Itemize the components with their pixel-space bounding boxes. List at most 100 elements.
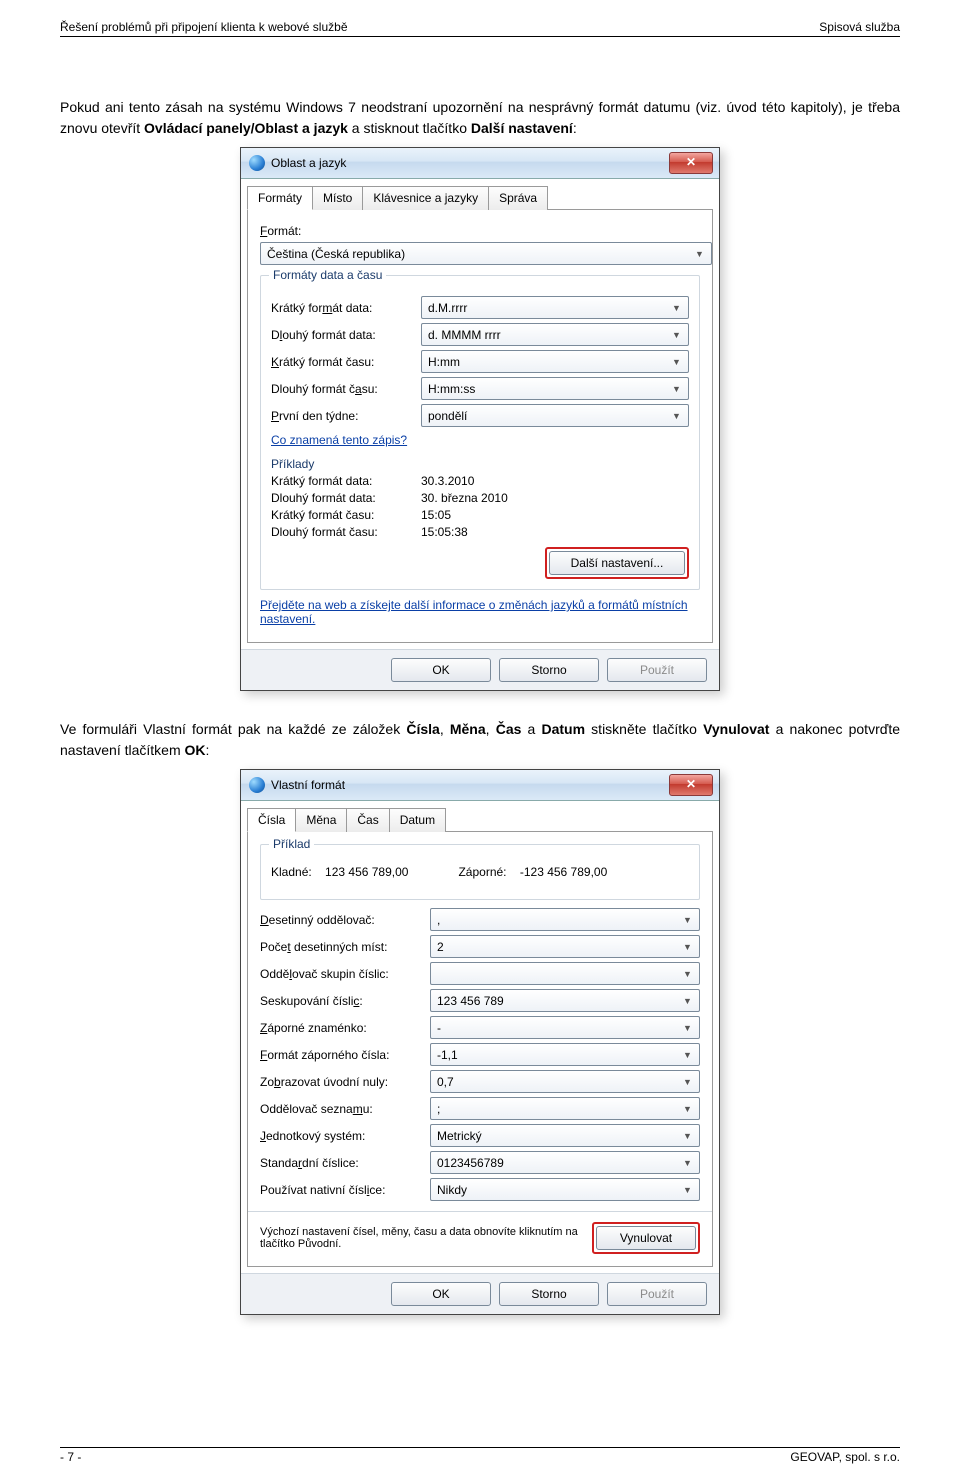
highlight-more-settings: Další nastavení... bbox=[545, 547, 689, 579]
tab-admin[interactable]: Správa bbox=[488, 186, 548, 210]
dialog-title: Oblast a jazyk bbox=[271, 156, 346, 170]
label-list-sep: Oddělovač seznamu: bbox=[260, 1102, 430, 1116]
chevron-down-icon: ▼ bbox=[680, 1182, 695, 1197]
titlebar[interactable]: Oblast a jazyk ✕ bbox=[241, 148, 719, 179]
combo-digit-grouping-value: 123 456 789 bbox=[437, 994, 504, 1008]
combo-long-time[interactable]: H:mm:ss▼ bbox=[421, 377, 689, 400]
combo-native-digits[interactable]: Nikdy▼ bbox=[430, 1178, 700, 1201]
chevron-down-icon: ▼ bbox=[669, 327, 684, 342]
chevron-down-icon: ▼ bbox=[680, 1128, 695, 1143]
chevron-down-icon: ▼ bbox=[669, 408, 684, 423]
paragraph-2: Ve formuláři Vlastní formát pak na každé… bbox=[60, 719, 900, 761]
link-web-info[interactable]: Přejděte na web a získejte další informa… bbox=[260, 598, 688, 626]
combo-neg-format-value: -1,1 bbox=[437, 1048, 458, 1062]
page-number: - 7 - bbox=[60, 1450, 81, 1464]
combo-digit-grouping[interactable]: 123 456 789▼ bbox=[430, 989, 700, 1012]
label-long-time: Dlouhý formát času: bbox=[271, 382, 421, 396]
p1-b1: Ovládací panely/Oblast a jazyk bbox=[144, 120, 348, 136]
ok-button[interactable]: OK bbox=[391, 658, 491, 682]
chevron-down-icon: ▼ bbox=[680, 1074, 695, 1089]
p2-b6: OK bbox=[185, 742, 206, 758]
label-neg-format: Formát záporného čísla: bbox=[260, 1048, 430, 1062]
combo-list-sep-value: ; bbox=[437, 1102, 440, 1116]
apply-button[interactable]: Použít bbox=[607, 658, 707, 682]
p1-post: : bbox=[573, 120, 577, 136]
chevron-down-icon: ▼ bbox=[692, 246, 707, 261]
tab-strip: Čísla Měna Čas Datum bbox=[241, 801, 719, 831]
combo-short-time[interactable]: H:mm▼ bbox=[421, 350, 689, 373]
titlebar[interactable]: Vlastní formát ✕ bbox=[241, 770, 719, 801]
ex-long-date-l: Dlouhý formát data: bbox=[271, 491, 421, 505]
close-button[interactable]: ✕ bbox=[669, 152, 713, 174]
p2-b4: Datum bbox=[541, 721, 585, 737]
link-format-help[interactable]: Co znamená tento zápis? bbox=[271, 433, 407, 447]
combo-neg-sign[interactable]: -▼ bbox=[430, 1016, 700, 1039]
combo-short-date-value: d.M.rrrr bbox=[428, 301, 467, 315]
combo-short-time-value: H:mm bbox=[428, 355, 460, 369]
positive-value: 123 456 789,00 bbox=[325, 865, 408, 879]
p2-pre: Ve formuláři Vlastní formát pak na každé… bbox=[60, 721, 406, 737]
combo-decimal-places[interactable]: 2▼ bbox=[430, 935, 700, 958]
label-unit-system: Jednotkový systém: bbox=[260, 1129, 430, 1143]
label-group-sep: Oddělovač skupin číslic: bbox=[260, 967, 430, 981]
ex-short-date-v: 30.3.2010 bbox=[421, 474, 474, 488]
apply-button[interactable]: Použít bbox=[607, 1282, 707, 1306]
tab-formats[interactable]: Formáty bbox=[247, 186, 313, 210]
combo-neg-format[interactable]: -1,1 ▼ bbox=[430, 1043, 700, 1066]
combo-decimal-places-value: 2 bbox=[437, 940, 444, 954]
combo-group-sep[interactable]: ▼ bbox=[430, 962, 700, 985]
combo-list-sep[interactable]: ;▼ bbox=[430, 1097, 700, 1120]
tab-keyboards[interactable]: Klávesnice a jazyky bbox=[362, 186, 489, 210]
cancel-button[interactable]: Storno bbox=[499, 1282, 599, 1306]
combo-standard-digits[interactable]: 0123456789▼ bbox=[430, 1151, 700, 1174]
tab-numbers[interactable]: Čísla bbox=[247, 808, 296, 832]
label-native-digits: Používat nativní číslice: bbox=[260, 1183, 430, 1197]
ok-button[interactable]: OK bbox=[391, 1282, 491, 1306]
tab-currency[interactable]: Měna bbox=[295, 808, 347, 832]
chevron-down-icon: ▼ bbox=[669, 300, 684, 315]
ex-long-time-l: Dlouhý formát času: bbox=[271, 525, 421, 539]
chevron-down-icon: ▼ bbox=[680, 1047, 695, 1062]
group-example-title: Příklad bbox=[269, 837, 314, 851]
ex-long-time-v: 15:05:38 bbox=[421, 525, 468, 539]
reset-button[interactable]: Vynulovat bbox=[596, 1226, 696, 1250]
chevron-down-icon: ▼ bbox=[669, 381, 684, 396]
format-combo[interactable]: Čeština (Česká republika) ▼ bbox=[260, 242, 712, 265]
reset-description: Výchozí nastavení čísel, měny, času a da… bbox=[260, 1226, 580, 1250]
combo-first-day[interactable]: pondělí▼ bbox=[421, 404, 689, 427]
cancel-button[interactable]: Storno bbox=[499, 658, 599, 682]
group-title-2: Příklady bbox=[271, 457, 689, 471]
more-settings-button[interactable]: Další nastavení... bbox=[549, 551, 685, 575]
chevron-down-icon: ▼ bbox=[680, 966, 695, 981]
combo-leading-zeros[interactable]: 0,7 ▼ bbox=[430, 1070, 700, 1093]
label-neg-sign: Záporné znaménko: bbox=[260, 1021, 430, 1035]
combo-long-date[interactable]: d. MMMM rrrr▼ bbox=[421, 323, 689, 346]
combo-unit-system[interactable]: Metrický▼ bbox=[430, 1124, 700, 1147]
label-first-day: První den týdne: bbox=[271, 409, 421, 423]
doc-header-right: Spisová služba bbox=[819, 20, 900, 34]
combo-leading-zeros-value: 0,7 bbox=[437, 1075, 454, 1089]
tab-panel-formats: Formát: Čeština (Česká republika) ▼ Form… bbox=[247, 209, 713, 643]
combo-short-date[interactable]: d.M.rrrr ▼ bbox=[421, 296, 689, 319]
dialog-button-bar: OK Storno Použít bbox=[241, 1273, 719, 1314]
dialog-custom-format: Vlastní formát ✕ Čísla Měna Čas Datum Př… bbox=[240, 769, 720, 1315]
chevron-down-icon: ▼ bbox=[680, 1020, 695, 1035]
tab-date[interactable]: Datum bbox=[389, 808, 446, 832]
chevron-down-icon: ▼ bbox=[680, 939, 695, 954]
p2-post: : bbox=[206, 742, 210, 758]
label-standard-digits: Standardní číslice: bbox=[260, 1156, 430, 1170]
tab-strip: Formáty Místo Klávesnice a jazyky Správa bbox=[241, 179, 719, 209]
positive-label: Kladné: bbox=[271, 865, 312, 879]
tab-time[interactable]: Čas bbox=[346, 808, 389, 832]
combo-standard-digits-value: 0123456789 bbox=[437, 1156, 504, 1170]
label-decimal-sep: Desetinný oddělovač: bbox=[260, 913, 430, 927]
globe-icon bbox=[249, 777, 265, 793]
p2-b2: Měna bbox=[450, 721, 486, 737]
p2-mid: stiskněte tlačítko bbox=[585, 721, 703, 737]
group-example: Příklad Kladné: 123 456 789,00 Záporné: … bbox=[260, 844, 700, 900]
combo-decimal-sep[interactable]: ,▼ bbox=[430, 908, 700, 931]
divider bbox=[248, 1211, 712, 1212]
tab-location[interactable]: Místo bbox=[312, 186, 363, 210]
close-button[interactable]: ✕ bbox=[669, 774, 713, 796]
document-header: Řešení problémů při připojení klienta k … bbox=[60, 20, 900, 37]
